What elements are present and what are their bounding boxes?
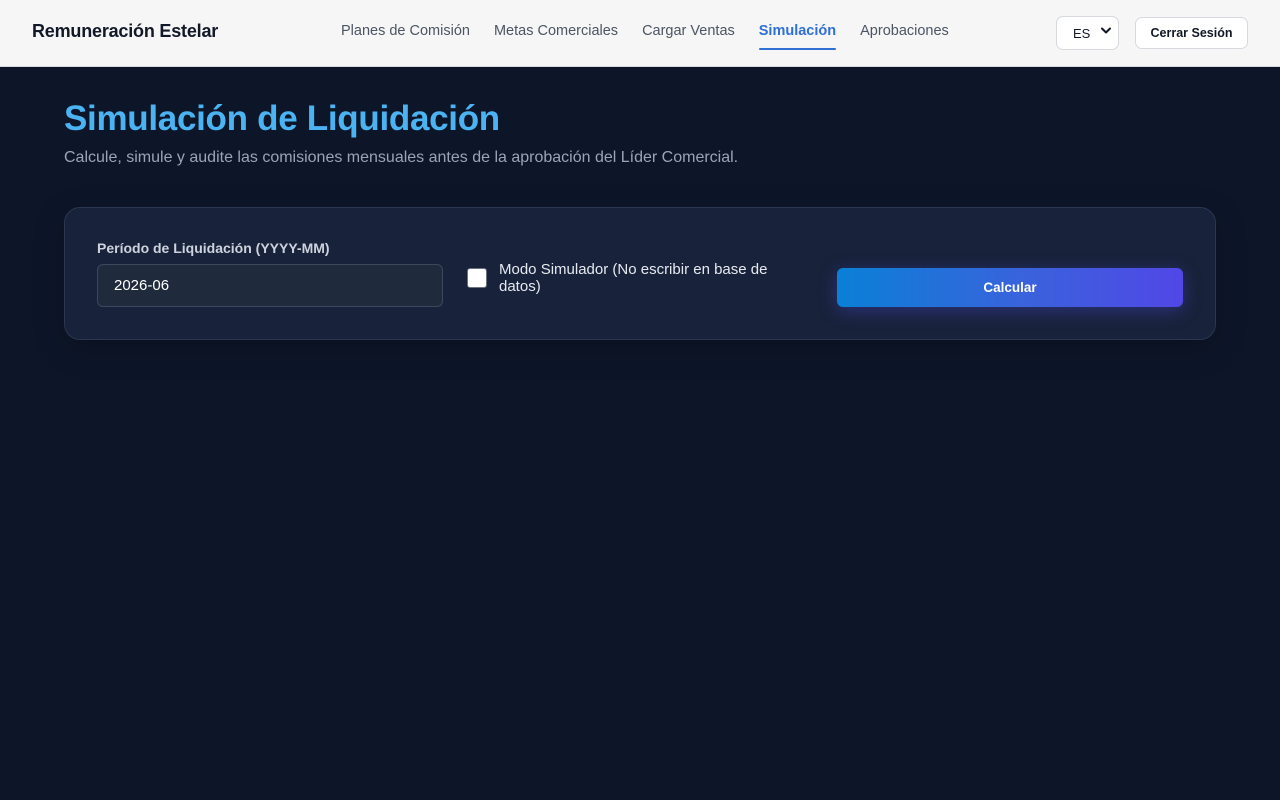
language-select[interactable]: ES: [1056, 16, 1119, 50]
nav-item-cargar-ventas[interactable]: Cargar Ventas: [642, 0, 735, 50]
main-nav: Planes de Comisión Metas Comerciales Car…: [341, 0, 973, 67]
page-subtitle: Calcule, simule y audite las comisiones …: [64, 149, 739, 166]
nav-item-aprobaciones[interactable]: Aprobaciones: [860, 0, 949, 50]
simulator-mode-checkbox[interactable]: [467, 268, 487, 288]
nav-item-metas-comerciales[interactable]: Metas Comerciales: [494, 0, 618, 50]
nav-item-planes-de-comision[interactable]: Planes de Comisión: [341, 0, 470, 50]
simulator-mode-label[interactable]: Modo Simulador (No escribir en base de d…: [499, 261, 799, 295]
period-input[interactable]: [97, 264, 443, 307]
top-navbar: Remuneración Estelar Planes de Comisión …: [0, 0, 1280, 67]
page-title: Simulación de Liquidación: [64, 99, 500, 138]
period-field-label: Período de Liquidación (YYYY-MM): [97, 240, 330, 256]
settlement-form-card: Período de Liquidación (YYYY-MM) Modo Si…: [64, 207, 1216, 340]
brand-name[interactable]: Remuneración Estelar: [32, 21, 218, 42]
logout-button[interactable]: Cerrar Sesión: [1135, 17, 1248, 49]
language-selected-value: ES: [1073, 25, 1091, 41]
calculate-button[interactable]: Calcular: [837, 268, 1183, 307]
nav-item-simulacion[interactable]: Simulación: [758, 0, 837, 50]
